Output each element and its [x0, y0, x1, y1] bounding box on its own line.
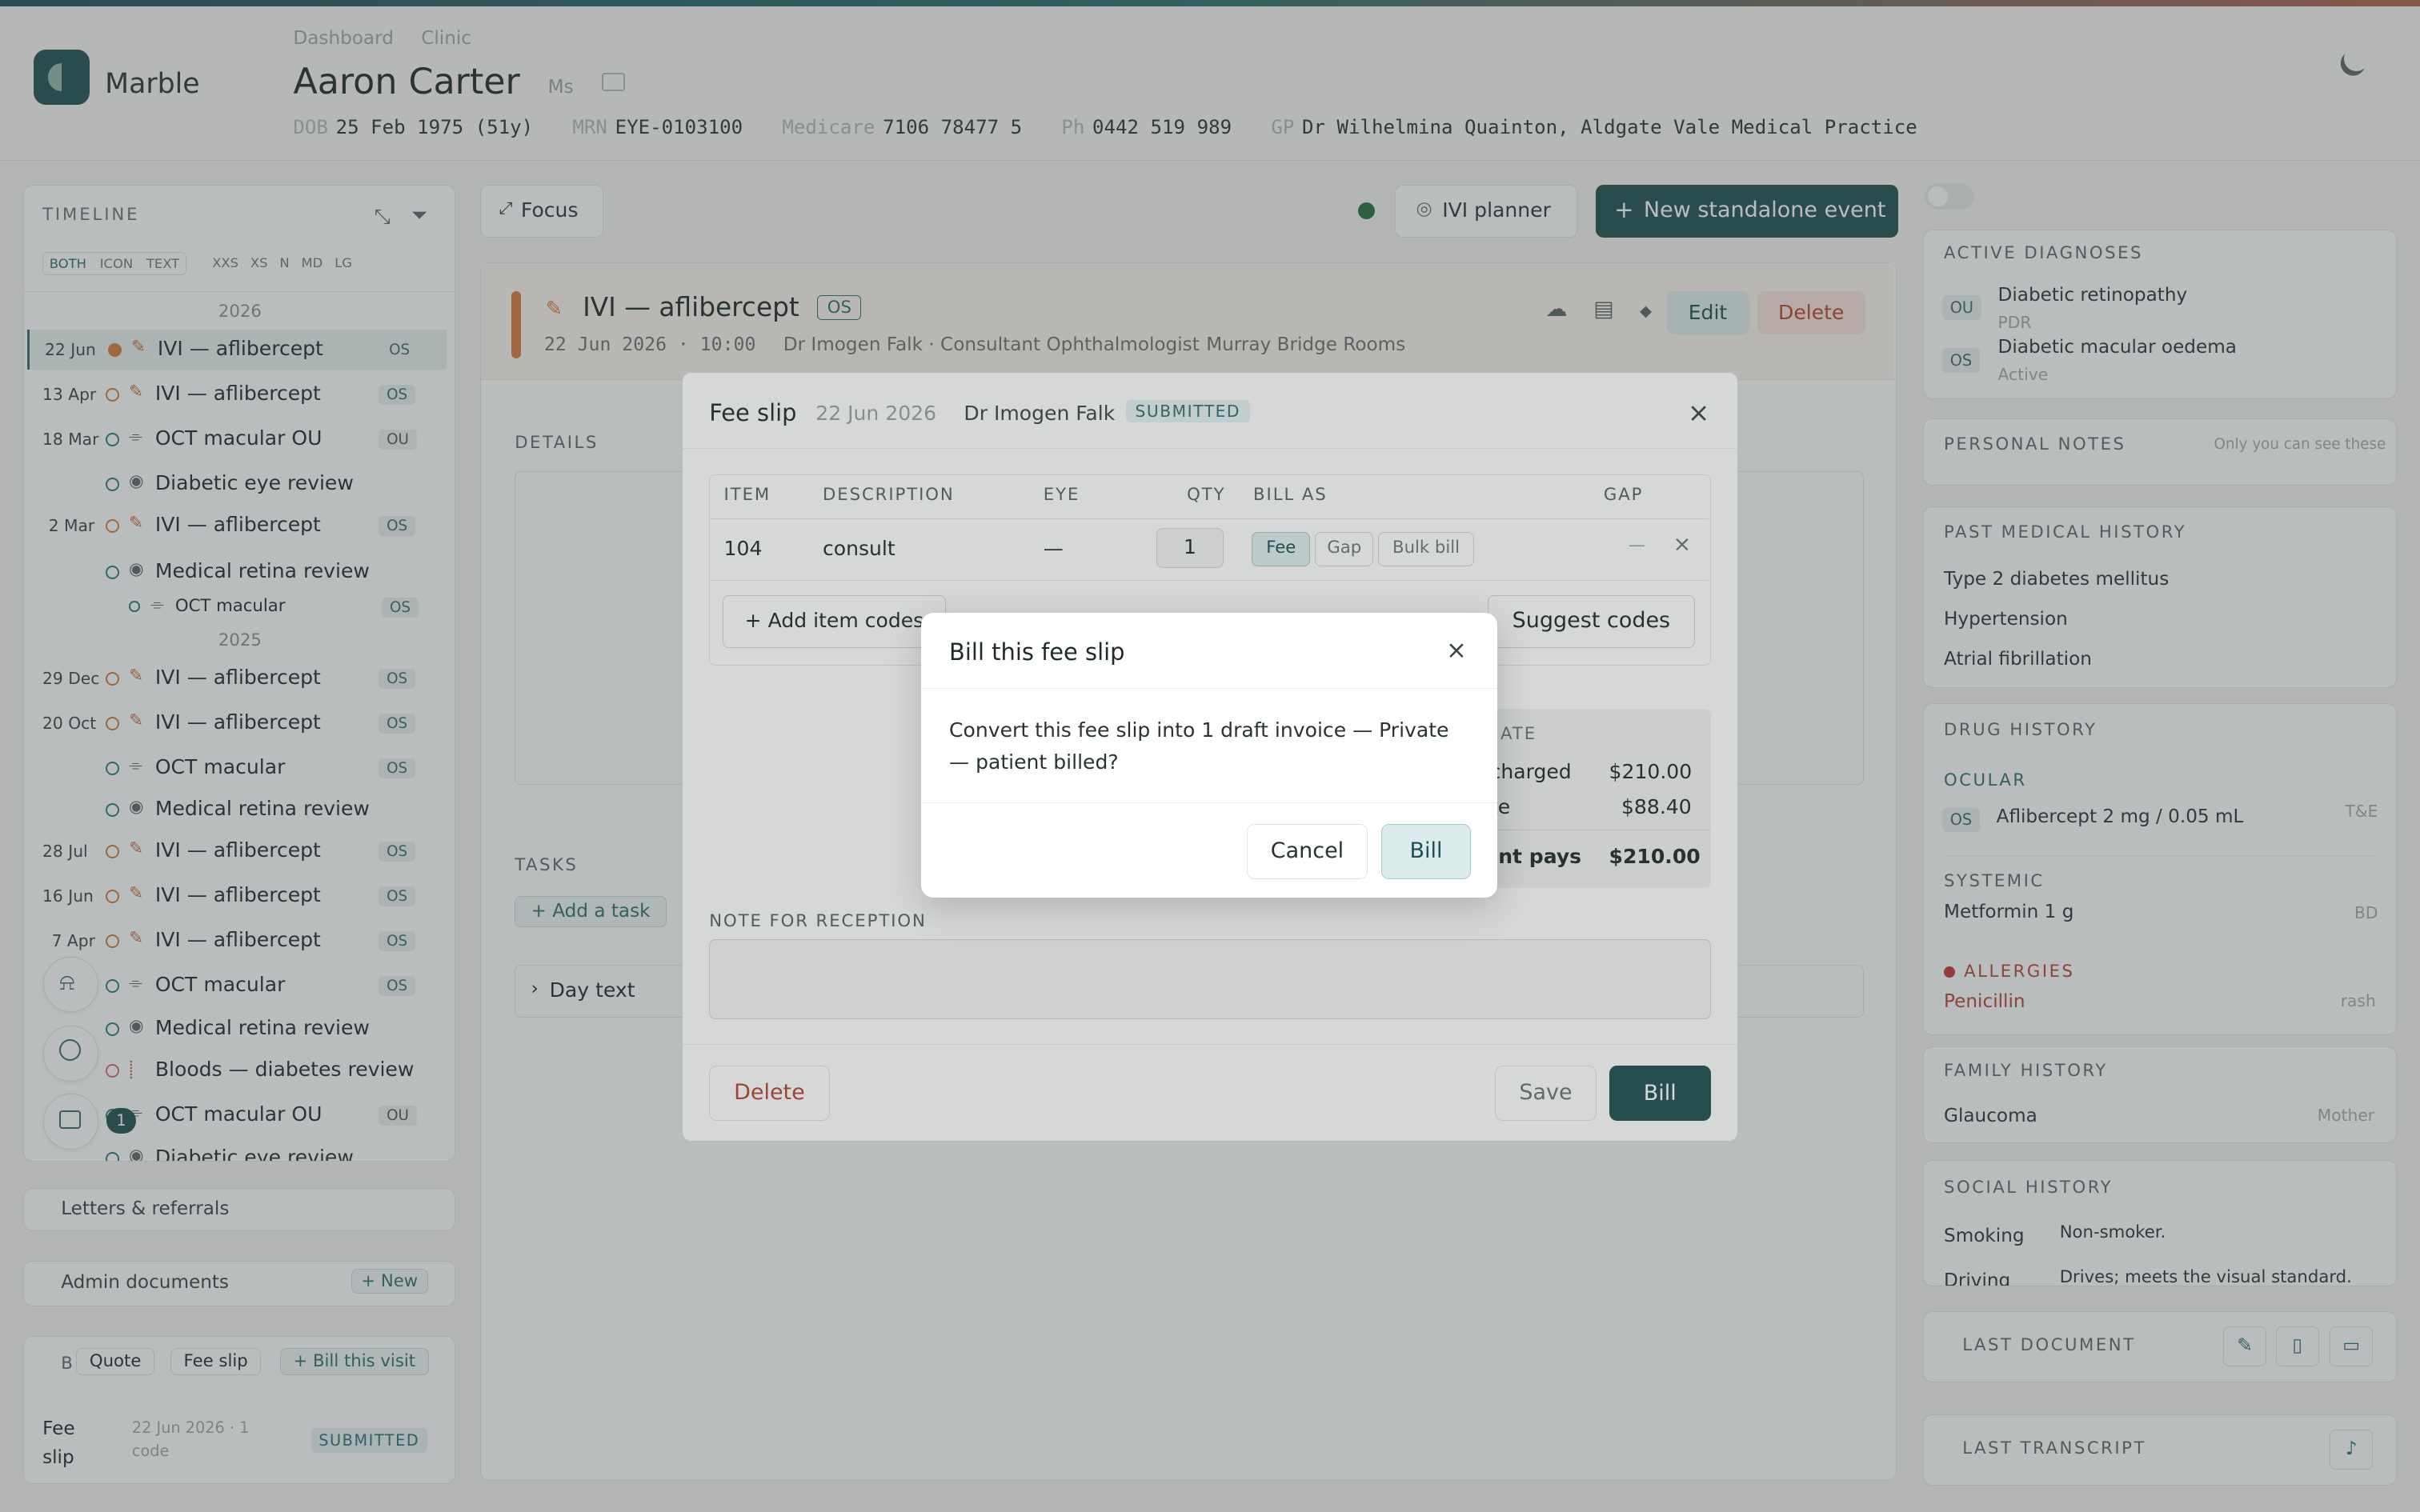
close-icon[interactable]: ×	[1446, 636, 1467, 665]
dialog-message: Convert this fee slip into 1 draft invoi…	[949, 718, 1449, 774]
dialog-title: Bill this fee slip	[949, 638, 1125, 666]
cancel-button[interactable]: Cancel	[1247, 823, 1368, 880]
confirm-bill-button[interactable]: Bill	[1381, 823, 1471, 880]
dialog-footer-divider	[921, 802, 1497, 803]
dialog-header-divider	[921, 688, 1497, 689]
bill-confirm-dialog: Bill this fee slip × Convert this fee sl…	[921, 612, 1497, 898]
